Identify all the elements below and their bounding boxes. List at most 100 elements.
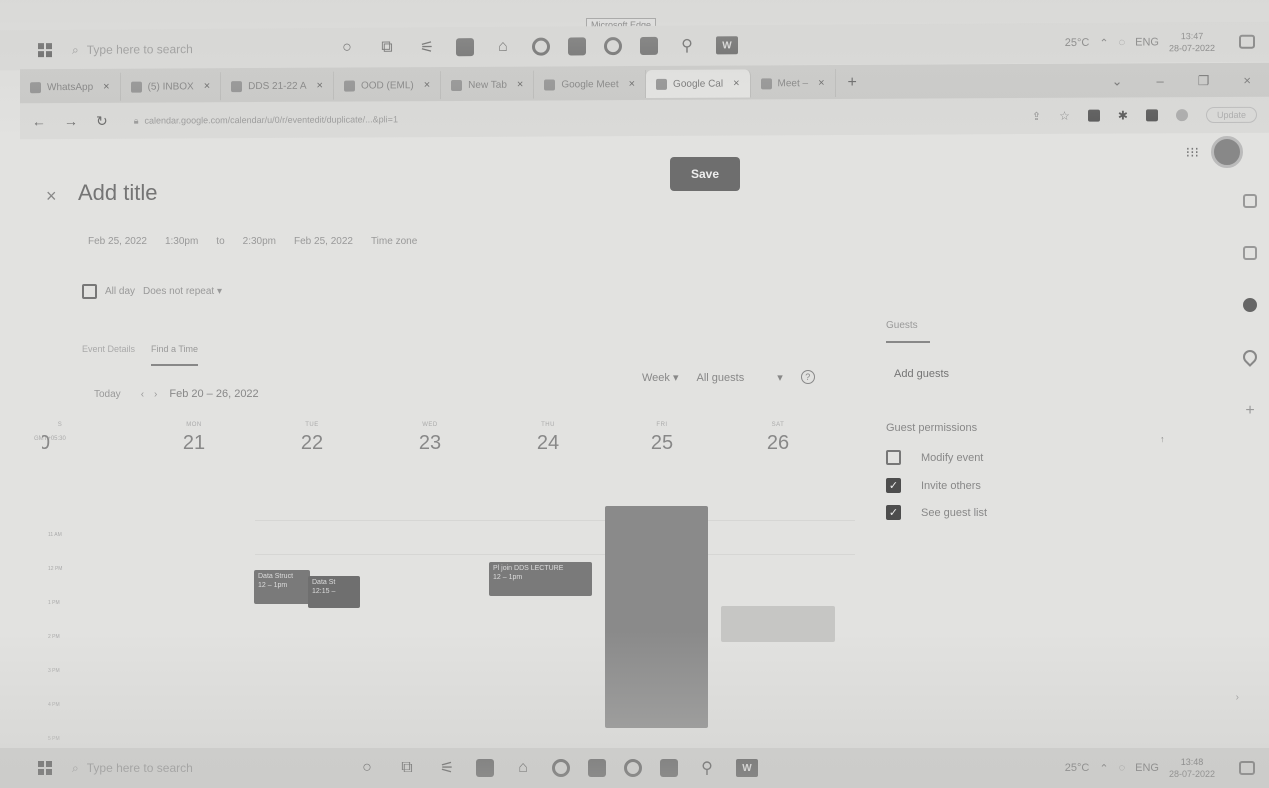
- url-field[interactable]: 🔒︎ calendar.google.com/calendar/u/0/r/ev…: [126, 103, 1014, 134]
- restore-icon[interactable]: ❐: [1198, 73, 1210, 89]
- app-icon[interactable]: [588, 759, 606, 777]
- chevron-right-icon[interactable]: ›: [1236, 692, 1239, 703]
- clock[interactable]: 13:47 28-07-2022: [1169, 30, 1215, 54]
- word-icon[interactable]: W: [716, 36, 738, 55]
- magnifier-icon[interactable]: ⚲: [696, 757, 718, 779]
- update-button[interactable]: Update: [1205, 106, 1257, 124]
- new-event-slot[interactable]: [721, 606, 835, 642]
- task-view-icon[interactable]: ⧉: [376, 37, 398, 59]
- apps-grid-icon[interactable]: ⁝⁝⁝: [1186, 144, 1199, 161]
- new-tab-button[interactable]: +: [848, 74, 857, 92]
- tasks-icon[interactable]: [1243, 246, 1257, 260]
- chrome-icon[interactable]: [624, 759, 642, 777]
- tab-guests[interactable]: Guests: [886, 320, 930, 343]
- help-icon[interactable]: ?: [800, 370, 815, 384]
- weather-text[interactable]: 25°C: [1065, 37, 1090, 49]
- lang-text[interactable]: ENG: [1135, 36, 1159, 48]
- end-date-field[interactable]: Feb 25, 2022: [294, 236, 353, 247]
- close-icon[interactable]: ×: [46, 186, 57, 207]
- network-icon[interactable]: ◌: [1119, 37, 1126, 49]
- browser-tab[interactable]: Google Meet ×: [534, 69, 647, 99]
- busy-block[interactable]: [605, 506, 708, 728]
- save-button[interactable]: Save: [670, 157, 740, 191]
- day-header[interactable]: THU 24: [498, 422, 598, 455]
- start-time-field[interactable]: 1:30pm: [165, 236, 198, 247]
- close-icon[interactable]: ×: [517, 79, 523, 91]
- task-view-icon[interactable]: ⧉: [396, 757, 418, 779]
- close-icon[interactable]: ×: [629, 78, 635, 90]
- browser-tab[interactable]: Meet – ×: [750, 68, 836, 98]
- word-icon[interactable]: W: [736, 759, 758, 777]
- permission-invite[interactable]: ✓ Invite others: [886, 478, 981, 493]
- explorer-icon[interactable]: ⌂: [512, 757, 534, 779]
- prev-week-icon[interactable]: ‹: [141, 389, 144, 400]
- profile-icon[interactable]: [1175, 109, 1188, 122]
- start-button[interactable]: [28, 756, 62, 780]
- maps-icon[interactable]: [1240, 347, 1260, 367]
- browser-tab[interactable]: New Tab ×: [441, 70, 535, 100]
- start-button[interactable]: [28, 38, 62, 62]
- notification-icon[interactable]: [1239, 761, 1255, 775]
- edge-icon[interactable]: [552, 759, 570, 777]
- close-icon[interactable]: ×: [424, 79, 430, 91]
- store-icon[interactable]: [476, 759, 494, 777]
- back-icon[interactable]: ←: [32, 113, 46, 129]
- close-icon[interactable]: ×: [818, 77, 824, 89]
- calendar-event[interactable]: Data St 12:15 –: [308, 576, 360, 608]
- tab-search-icon[interactable]: ⌄: [1112, 73, 1123, 89]
- lang-text[interactable]: ENG: [1135, 762, 1159, 774]
- clock[interactable]: 13:48 28-07-2022: [1169, 756, 1215, 780]
- contacts-icon[interactable]: [1243, 298, 1257, 312]
- browser-tab[interactable]: (5) INBOX ×: [120, 72, 222, 101]
- close-icon[interactable]: ×: [733, 78, 739, 90]
- day-header[interactable]: SAT 26: [728, 422, 828, 455]
- day-header[interactable]: TUE 22: [262, 422, 362, 455]
- day-header[interactable]: S 20: [40, 422, 80, 461]
- reload-icon[interactable]: ↻: [96, 112, 108, 129]
- add-addon-icon[interactable]: +: [1245, 402, 1254, 420]
- share-icon[interactable]: ⇪: [1032, 109, 1041, 122]
- star-icon[interactable]: ☆: [1059, 109, 1070, 123]
- edge-icon[interactable]: [532, 37, 550, 56]
- day-header[interactable]: FRI 25: [612, 422, 712, 455]
- cortana-icon[interactable]: ○: [336, 37, 358, 59]
- sidebar-icon[interactable]: [1145, 109, 1158, 122]
- invite-others-checkbox[interactable]: ✓: [886, 478, 901, 493]
- permission-see-list[interactable]: ✓ See guest list: [886, 505, 987, 520]
- view-dropdown[interactable]: Week ▾: [642, 371, 679, 384]
- title-input[interactable]: [78, 180, 378, 206]
- repeat-dropdown[interactable]: Does not repeat ▾: [143, 286, 222, 297]
- excel-icon[interactable]: [660, 759, 678, 777]
- minimize-icon[interactable]: –: [1157, 73, 1164, 89]
- close-icon[interactable]: ×: [204, 80, 210, 92]
- browser-tab[interactable]: OOD (EML) ×: [333, 71, 442, 100]
- chevron-up-icon[interactable]: ⌃: [1099, 762, 1108, 775]
- start-date-field[interactable]: Feb 25, 2022: [88, 236, 147, 247]
- chrome-icon[interactable]: [604, 37, 622, 56]
- excel-icon[interactable]: [640, 36, 658, 55]
- calendar-event[interactable]: Pl join DDS LECTURE 12 – 1pm: [489, 562, 592, 596]
- widgets-icon[interactable]: ⚟: [416, 36, 438, 58]
- widgets-icon[interactable]: ⚟: [436, 757, 458, 779]
- end-time-field[interactable]: 2:30pm: [243, 236, 276, 247]
- avatar[interactable]: [1211, 136, 1243, 168]
- day-header[interactable]: MON 21: [144, 422, 244, 455]
- tab-event-details[interactable]: Event Details: [82, 344, 135, 366]
- today-button[interactable]: Today: [94, 389, 121, 400]
- close-window-icon[interactable]: ×: [1243, 73, 1251, 89]
- chevron-up-icon[interactable]: ⌃: [1099, 36, 1108, 49]
- next-week-icon[interactable]: ›: [154, 389, 157, 400]
- calendar-event[interactable]: Data Struct 12 – 1pm: [254, 570, 310, 604]
- guests-filter-dropdown[interactable]: All guests ▾: [697, 371, 783, 384]
- browser-tab[interactable]: WhatsApp ×: [20, 72, 121, 102]
- store-icon[interactable]: [456, 38, 474, 57]
- time-zone-button[interactable]: Time zone: [371, 236, 417, 247]
- extension-icon[interactable]: [1087, 109, 1100, 122]
- permission-modify[interactable]: Modify event: [886, 450, 983, 465]
- see-guest-list-checkbox[interactable]: ✓: [886, 505, 901, 520]
- add-guests-input[interactable]: [894, 368, 1094, 380]
- close-icon[interactable]: ×: [317, 80, 323, 92]
- tab-find-a-time[interactable]: Find a Time: [151, 344, 199, 366]
- magnifier-icon[interactable]: ⚲: [676, 35, 698, 57]
- forward-icon[interactable]: →: [64, 113, 78, 129]
